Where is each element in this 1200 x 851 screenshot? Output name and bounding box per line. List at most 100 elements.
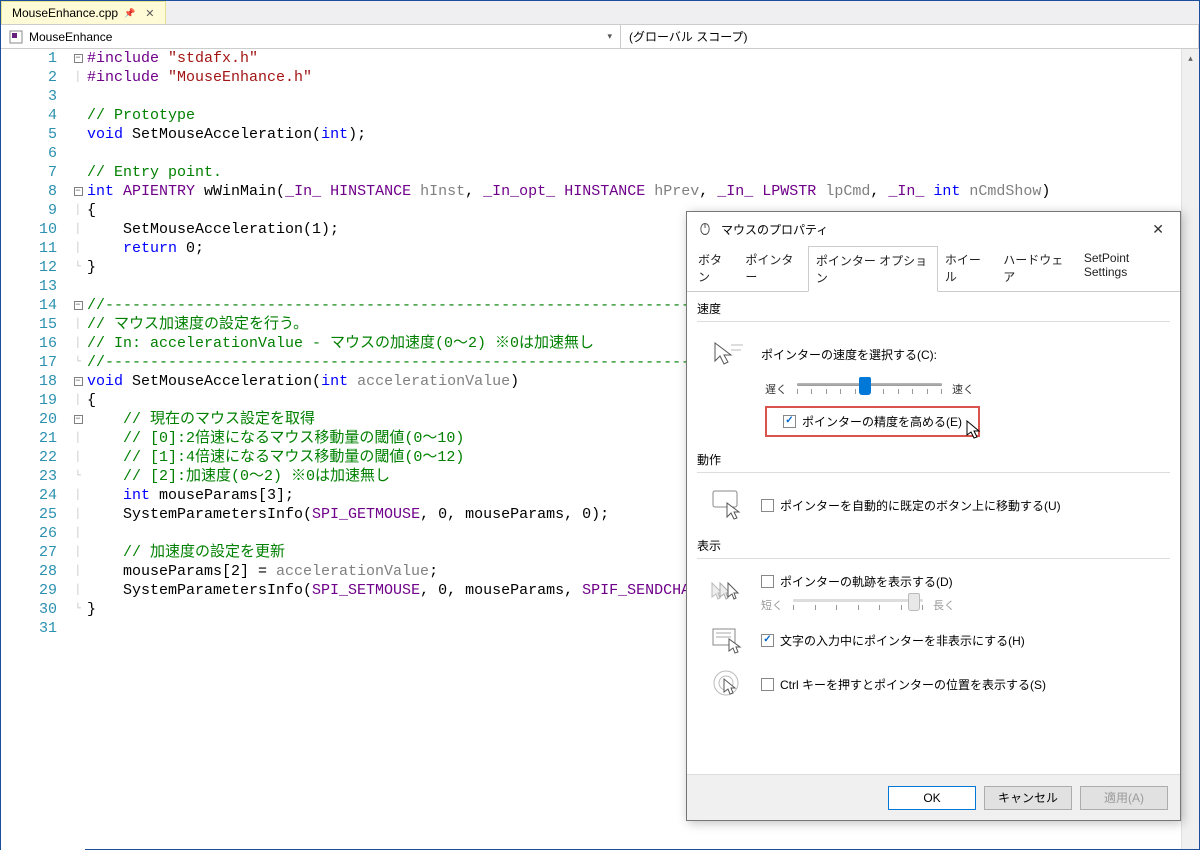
line-number: 20 [1, 410, 57, 429]
checkbox-icon [761, 499, 774, 512]
line-number: 28 [1, 562, 57, 581]
code-line[interactable]: // Entry point. [87, 163, 1199, 182]
pointer-speed-slider-row: 遅く 速く [765, 380, 974, 398]
dialog-tab[interactable]: ホイール [938, 246, 996, 291]
line-number: 15 [1, 315, 57, 334]
group-action-title: 動作 [697, 451, 1170, 472]
slider-fast-label: 速く [952, 381, 974, 397]
pin-icon[interactable]: 📌 [124, 8, 135, 19]
dialog-tab[interactable]: ハードウェア [996, 246, 1077, 291]
hide-typing-checkbox[interactable]: 文字の入力中にポインターを非表示にする(H) [761, 632, 1025, 649]
slider-slow-label: 遅く [765, 381, 787, 397]
cancel-button[interactable]: キャンセル [984, 786, 1072, 810]
dialog-tab[interactable]: ボタン [691, 246, 738, 291]
ctrl-locate-label: Ctrl キーを押すとポインターの位置を表示する(S) [780, 676, 1046, 693]
dialog-close-button[interactable]: ✕ [1146, 219, 1170, 240]
dialog-tab[interactable]: ポインター [738, 246, 808, 291]
line-number: 24 [1, 486, 57, 505]
group-display: 表示 ポインターの軌跡を表示する(D) 短く [697, 537, 1170, 706]
precision-highlight-box: ポインターの精度を高める(E) [765, 406, 980, 437]
document-tabstrip: MouseEnhance.cpp 📌 ✕ [1, 1, 1199, 25]
group-speed-title: 速度 [697, 300, 1170, 321]
trail-long-label: 長く [933, 597, 955, 613]
pointer-trail-label: ポインターの軌跡を表示する(D) [780, 573, 953, 590]
dialog-tab[interactable]: SetPoint Settings [1077, 246, 1176, 291]
line-number: 30 [1, 600, 57, 619]
fold-marker[interactable]: − [71, 49, 85, 68]
hide-typing-label: 文字の入力中にポインターを非表示にする(H) [780, 632, 1025, 649]
vertical-scrollbar[interactable]: ▴ [1181, 49, 1199, 849]
code-line[interactable] [87, 144, 1199, 163]
pointer-speed-slider[interactable] [797, 380, 942, 398]
fold-marker: │ [71, 315, 85, 334]
dialog-body: 速度 ポインターの速度を選択する(C): 遅く 速く [687, 292, 1180, 774]
pointer-speed-icon [709, 336, 749, 372]
code-line[interactable]: #include "stdafx.h" [87, 49, 1199, 68]
checkbox-icon [761, 575, 774, 588]
nav-project-label: MouseEnhance [29, 30, 112, 44]
line-number: 2 [1, 68, 57, 87]
snap-to-icon [709, 487, 749, 523]
fold-marker[interactable]: − [71, 410, 85, 429]
fold-marker: │ [71, 391, 85, 410]
line-number: 25 [1, 505, 57, 524]
pointer-trail-checkbox[interactable]: ポインターの軌跡を表示する(D) [761, 573, 955, 590]
nav-scope-dropdown[interactable]: (グローバル スコープ) [621, 25, 1199, 48]
fold-marker [71, 106, 85, 125]
fold-marker: │ [71, 562, 85, 581]
line-number: 3 [1, 87, 57, 106]
fold-marker[interactable]: − [71, 296, 85, 315]
fold-marker: │ [71, 486, 85, 505]
code-line[interactable] [87, 87, 1199, 106]
fold-marker: │ [71, 543, 85, 562]
fold-marker[interactable]: − [71, 182, 85, 201]
line-number: 14 [1, 296, 57, 315]
chevron-down-icon: ▾ [607, 31, 612, 42]
code-line[interactable]: void SetMouseAcceleration(int); [87, 125, 1199, 144]
line-number: 9 [1, 201, 57, 220]
ok-button[interactable]: OK [888, 786, 976, 810]
code-line[interactable]: // Prototype [87, 106, 1199, 125]
nav-project-dropdown[interactable]: MouseEnhance ▾ [1, 25, 621, 48]
line-number: 29 [1, 581, 57, 600]
dialog-title: マウスのプロパティ [721, 221, 828, 238]
trail-short-label: 短く [761, 597, 783, 613]
fold-marker: │ [71, 524, 85, 543]
dialog-titlebar[interactable]: マウスのプロパティ ✕ [687, 212, 1180, 246]
line-number: 17 [1, 353, 57, 372]
fold-marker [71, 87, 85, 106]
fold-marker: │ [71, 334, 85, 353]
line-number: 7 [1, 163, 57, 182]
code-line[interactable]: int APIENTRY wWinMain(_In_ HINSTANCE hIn… [87, 182, 1199, 201]
fold-marker: │ [71, 201, 85, 220]
checkbox-icon [761, 678, 774, 691]
line-number: 26 [1, 524, 57, 543]
checkbox-icon [761, 634, 774, 647]
cursor-icon [966, 420, 982, 445]
fold-marker: └ [71, 353, 85, 372]
line-number: 27 [1, 543, 57, 562]
mouse-properties-dialog: マウスのプロパティ ✕ ボタンポインターポインター オプションホイールハードウェ… [686, 211, 1181, 821]
dialog-footer: OK キャンセル 適用(A) [687, 774, 1180, 820]
scroll-up-icon[interactable]: ▴ [1182, 49, 1199, 67]
enhance-precision-checkbox[interactable]: ポインターの精度を高める(E) [783, 413, 962, 430]
line-number: 23 [1, 467, 57, 486]
dialog-tab[interactable]: ポインター オプション [808, 246, 938, 292]
snap-to-checkbox[interactable]: ポインターを自動的に既定のボタン上に移動する(U) [761, 497, 1061, 514]
code-line[interactable]: #include "MouseEnhance.h" [87, 68, 1199, 87]
code-folding-margin[interactable]: −│−│││└−││└−│−││└││││││└ [71, 49, 85, 851]
group-action: 動作 ポインターを自動的に既定のボタン上に移動する(U) [697, 451, 1170, 527]
ctrl-locate-checkbox[interactable]: Ctrl キーを押すとポインターの位置を表示する(S) [761, 676, 1046, 693]
fold-marker: │ [71, 581, 85, 600]
line-number: 8 [1, 182, 57, 201]
document-tab[interactable]: MouseEnhance.cpp 📌 ✕ [1, 1, 166, 24]
pointer-trail-slider [793, 596, 923, 614]
close-icon[interactable]: ✕ [145, 7, 154, 20]
fold-marker [71, 144, 85, 163]
checkbox-icon [783, 415, 796, 428]
pointer-trail-icon [709, 576, 749, 612]
line-number: 11 [1, 239, 57, 258]
fold-marker: │ [71, 505, 85, 524]
fold-marker[interactable]: − [71, 372, 85, 391]
line-number: 13 [1, 277, 57, 296]
